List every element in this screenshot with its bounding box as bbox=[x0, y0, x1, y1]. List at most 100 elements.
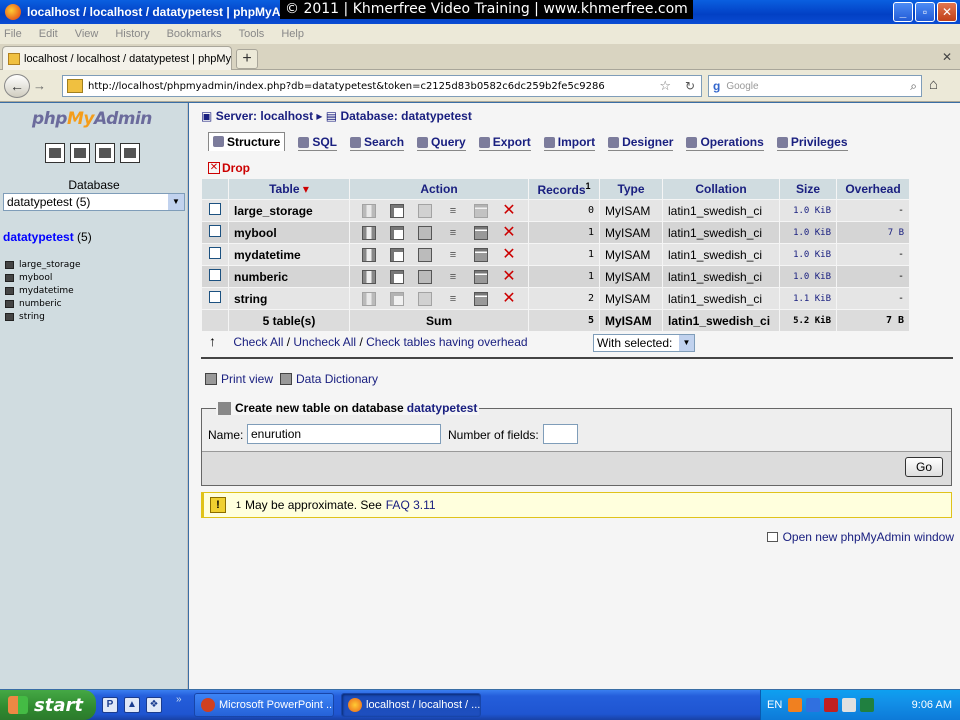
browse-icon[interactable] bbox=[362, 291, 376, 306]
row-checkbox[interactable] bbox=[209, 269, 221, 281]
quick-launch-browser-icon[interactable]: ❖ bbox=[146, 697, 162, 713]
maximize-button[interactable]: ▫ bbox=[915, 2, 935, 22]
current-database-link[interactable]: datatypetest (5) bbox=[3, 230, 92, 244]
row-checkbox[interactable] bbox=[209, 247, 221, 259]
menu-help[interactable]: Help bbox=[281, 28, 304, 40]
row-checkbox[interactable] bbox=[209, 291, 221, 303]
search-icon[interactable] bbox=[418, 203, 432, 218]
overhead-column-header[interactable]: Overhead bbox=[837, 179, 909, 199]
browser-tab[interactable]: localhost / localhost / datatypetest | p… bbox=[2, 46, 232, 70]
home-icon[interactable] bbox=[45, 143, 65, 163]
tab-export[interactable]: Export bbox=[478, 135, 531, 151]
menu-file[interactable]: File bbox=[4, 28, 22, 40]
size-column-header[interactable]: Size bbox=[780, 179, 836, 199]
search-box[interactable]: g Google ⌕ bbox=[708, 75, 922, 97]
structure-icon[interactable] bbox=[390, 247, 404, 262]
empty-icon[interactable] bbox=[474, 203, 488, 218]
number-of-fields-input[interactable] bbox=[543, 424, 578, 444]
back-button[interactable]: ← bbox=[4, 74, 30, 98]
tab-designer[interactable]: Designer bbox=[608, 135, 674, 151]
menu-edit[interactable]: Edit bbox=[39, 28, 58, 40]
search-icon[interactable] bbox=[418, 269, 432, 284]
chevron-down-icon[interactable]: ▼ bbox=[679, 335, 694, 351]
close-tab-icon[interactable]: ✕ bbox=[942, 50, 952, 64]
bookmark-star-icon[interactable]: ☆ bbox=[659, 79, 671, 94]
table-name-input[interactable]: enurution bbox=[247, 424, 441, 444]
go-button[interactable]: Go bbox=[905, 457, 943, 477]
tab-sql[interactable]: SQL bbox=[298, 135, 338, 151]
insert-icon[interactable]: ≡ bbox=[446, 204, 460, 218]
new-tab-button[interactable]: + bbox=[236, 49, 258, 69]
drop-icon[interactable]: ✕ bbox=[502, 202, 516, 218]
size-value[interactable]: 1.0 KiB bbox=[780, 200, 836, 221]
empty-icon[interactable] bbox=[474, 291, 488, 306]
data-dictionary-link[interactable]: Data Dictionary bbox=[296, 372, 378, 386]
search-icon[interactable] bbox=[418, 247, 432, 262]
drop-icon[interactable]: ✕ bbox=[502, 268, 516, 284]
crumb-server[interactable]: Server: localhost bbox=[216, 109, 313, 123]
structure-icon[interactable] bbox=[390, 291, 404, 306]
quick-launch-app-icon[interactable]: P bbox=[102, 697, 118, 713]
sidebar-item-numberic[interactable]: numberic bbox=[5, 297, 81, 310]
close-button[interactable]: ✕ bbox=[937, 2, 957, 22]
menu-bookmarks[interactable]: Bookmarks bbox=[167, 28, 222, 40]
url-bar[interactable]: http://localhost/phpmyadmin/index.php?db… bbox=[62, 75, 702, 97]
search-icon[interactable] bbox=[418, 291, 432, 306]
tray-app-icon[interactable] bbox=[788, 698, 803, 712]
tray-antivirus-icon[interactable] bbox=[824, 698, 839, 712]
structure-icon[interactable] bbox=[390, 269, 404, 284]
table-name[interactable]: mybool bbox=[229, 222, 349, 243]
row-checkbox[interactable] bbox=[209, 203, 221, 215]
search-icon[interactable] bbox=[418, 225, 432, 240]
menu-history[interactable]: History bbox=[115, 28, 149, 40]
taskbar-firefox[interactable]: localhost / localhost / ... bbox=[341, 693, 481, 717]
drop-icon[interactable]: ✕ bbox=[502, 246, 516, 262]
minimize-button[interactable]: _ bbox=[893, 2, 913, 22]
menu-tools[interactable]: Tools bbox=[239, 28, 265, 40]
chevron-right-icon[interactable]: » bbox=[176, 694, 182, 705]
docs-icon[interactable] bbox=[95, 143, 115, 163]
tab-privileges[interactable]: Privileges bbox=[776, 135, 848, 151]
uncheck-all-link[interactable]: Uncheck All bbox=[293, 335, 356, 349]
overhead-value[interactable]: 7 B bbox=[837, 222, 909, 243]
database-select[interactable]: datatypetest (5) ▼ bbox=[3, 193, 185, 211]
menu-view[interactable]: View bbox=[75, 28, 99, 40]
type-column-header[interactable]: Type bbox=[600, 179, 662, 199]
insert-icon[interactable]: ≡ bbox=[446, 270, 460, 284]
language-indicator[interactable]: EN bbox=[767, 699, 782, 711]
browse-icon[interactable] bbox=[362, 247, 376, 262]
open-new-window-link[interactable]: Open new phpMyAdmin window bbox=[766, 530, 954, 544]
table-name[interactable]: numberic bbox=[229, 266, 349, 287]
browse-icon[interactable] bbox=[362, 225, 376, 240]
tray-volume-icon[interactable] bbox=[842, 698, 857, 712]
sidebar-item-string[interactable]: string bbox=[5, 310, 81, 323]
check-all-link[interactable]: Check All bbox=[233, 335, 283, 349]
phpmyadmin-logo[interactable]: phpMyAdmin bbox=[32, 109, 152, 129]
tab-drop[interactable]: ✕ Drop bbox=[208, 161, 250, 175]
empty-icon[interactable] bbox=[474, 269, 488, 284]
tab-query[interactable]: Query bbox=[417, 135, 466, 151]
check-overhead-link[interactable]: Check tables having overhead bbox=[366, 335, 527, 349]
crumb-database[interactable]: Database: datatypetest bbox=[340, 109, 471, 123]
empty-icon[interactable] bbox=[474, 225, 488, 240]
home-button[interactable]: ⌂ bbox=[929, 76, 938, 93]
google-icon[interactable]: g bbox=[713, 79, 720, 93]
tab-structure[interactable]: Structure bbox=[208, 132, 286, 151]
sidebar-item-mybool[interactable]: mybool bbox=[5, 271, 81, 284]
structure-icon[interactable] bbox=[390, 203, 404, 218]
faq-link[interactable]: FAQ 3.11 bbox=[386, 498, 436, 512]
size-value[interactable]: 1.0 KiB bbox=[780, 266, 836, 287]
browse-icon[interactable] bbox=[362, 269, 376, 284]
print-view-link[interactable]: Print view bbox=[221, 372, 273, 386]
quick-launch-desktop-icon[interactable]: ▲ bbox=[124, 697, 140, 713]
sidebar-item-large-storage[interactable]: large_storage bbox=[5, 258, 81, 271]
size-value[interactable]: 1.0 KiB bbox=[780, 244, 836, 265]
collation-column-header[interactable]: Collation bbox=[663, 179, 779, 199]
tray-security-icon[interactable] bbox=[860, 698, 875, 712]
tab-import[interactable]: Import bbox=[543, 135, 596, 151]
size-value[interactable]: 1.1 KiB bbox=[780, 288, 836, 309]
insert-icon[interactable]: ≡ bbox=[446, 292, 460, 306]
tab-operations[interactable]: Operations bbox=[686, 135, 764, 151]
tab-search[interactable]: Search bbox=[350, 135, 405, 151]
records-column-header[interactable]: Records1 bbox=[529, 179, 599, 199]
